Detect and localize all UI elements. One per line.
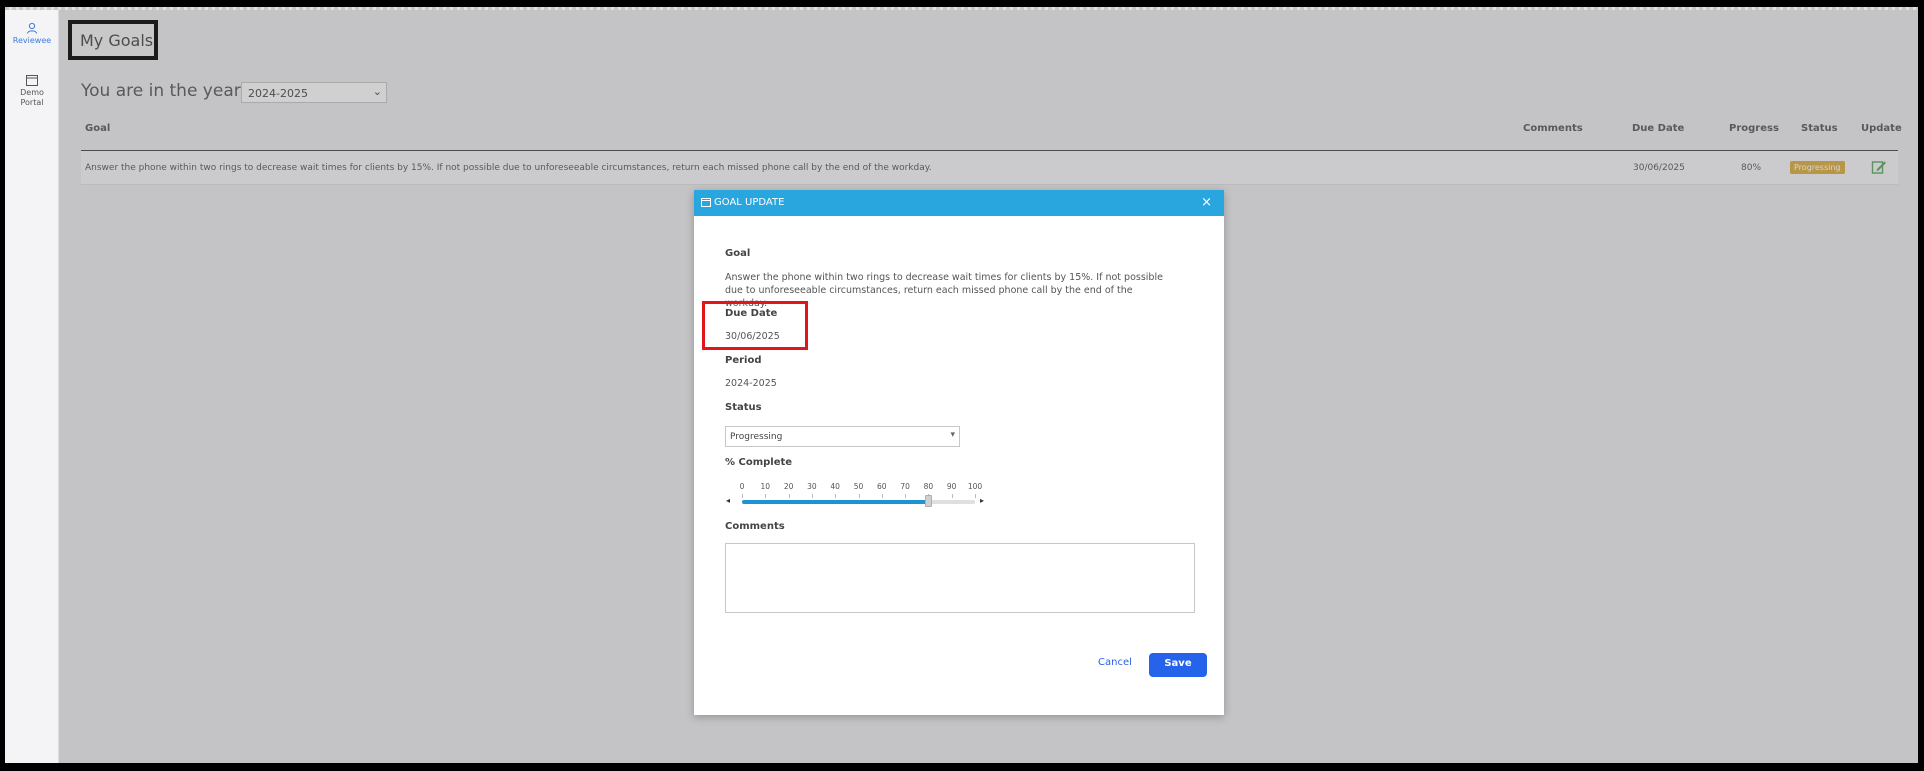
period-value: 2024-2025 [725, 378, 777, 389]
window-icon [26, 75, 38, 86]
status-select-value: Progressing [730, 432, 783, 442]
slider-tick-label: 30 [807, 482, 817, 491]
user-icon [27, 22, 37, 34]
slider-tick-mark [765, 494, 767, 498]
slider-tick-mark [905, 494, 907, 498]
status-select[interactable]: Progressing ▾ [725, 426, 960, 447]
goal-label: Goal [725, 248, 751, 259]
slider-tick-label: 20 [783, 482, 794, 491]
due-date-label: Due Date [725, 308, 778, 319]
slider-tick-label: 10 [760, 482, 771, 491]
goal-update-modal: GOAL UPDATE × Goal Answer the phone with… [694, 190, 1224, 715]
slider-tick-mark [881, 494, 883, 498]
save-button[interactable]: Save [1149, 653, 1207, 677]
slider-tick-mark [811, 494, 813, 498]
modal-title: GOAL UPDATE [714, 197, 785, 208]
slider-tick-label: 90 [946, 482, 957, 491]
sidebar-item-demo-portal[interactable]: Demo Portal [5, 75, 59, 108]
slider-tick-mark [951, 494, 953, 498]
slider-fill [742, 500, 929, 504]
complete-label: % Complete [725, 457, 793, 468]
slider-tick-mark [858, 494, 860, 498]
slider-handle[interactable] [925, 495, 933, 507]
close-icon[interactable]: × [1201, 195, 1212, 210]
slider-tick-mark [742, 494, 743, 498]
sidebar-item-label: Reviewee [12, 36, 52, 45]
calendar-icon [701, 198, 711, 207]
sidebar: Reviewee Demo Portal [5, 10, 59, 763]
slider-tick-label: 70 [900, 482, 910, 491]
slider-tick-mark [835, 494, 837, 498]
sidebar-item-label: Demo Portal [20, 88, 44, 107]
sidebar-item-reviewee[interactable]: Reviewee [5, 22, 59, 46]
period-label: Period [725, 355, 762, 366]
caret-down-icon: ▾ [950, 430, 955, 440]
decrease-arrow-icon[interactable]: ◂ [726, 496, 730, 505]
slider-tick-label: 40 [830, 482, 840, 491]
cancel-button[interactable]: Cancel [1098, 657, 1132, 668]
due-date-value: 30/06/2025 [725, 331, 780, 342]
slider-tick-mark [788, 494, 790, 498]
comments-textarea[interactable] [725, 543, 1195, 613]
complete-slider[interactable]: 0 10 20 30 40 50 60 70 80 90 100 ◂ ▸ [724, 482, 984, 512]
slider-tick-label: 50 [853, 482, 864, 491]
status-label: Status [725, 402, 762, 413]
increase-arrow-icon[interactable]: ▸ [980, 496, 984, 505]
slider-tick-label: 60 [877, 482, 887, 491]
slider-tick-label: 100 [967, 482, 983, 491]
slider-tick-label: 80 [923, 482, 934, 491]
comments-label: Comments [725, 521, 785, 532]
slider-tick-mark [975, 494, 976, 498]
slider-tick-label: 0 [739, 482, 745, 491]
modal-header: GOAL UPDATE × [694, 190, 1224, 216]
